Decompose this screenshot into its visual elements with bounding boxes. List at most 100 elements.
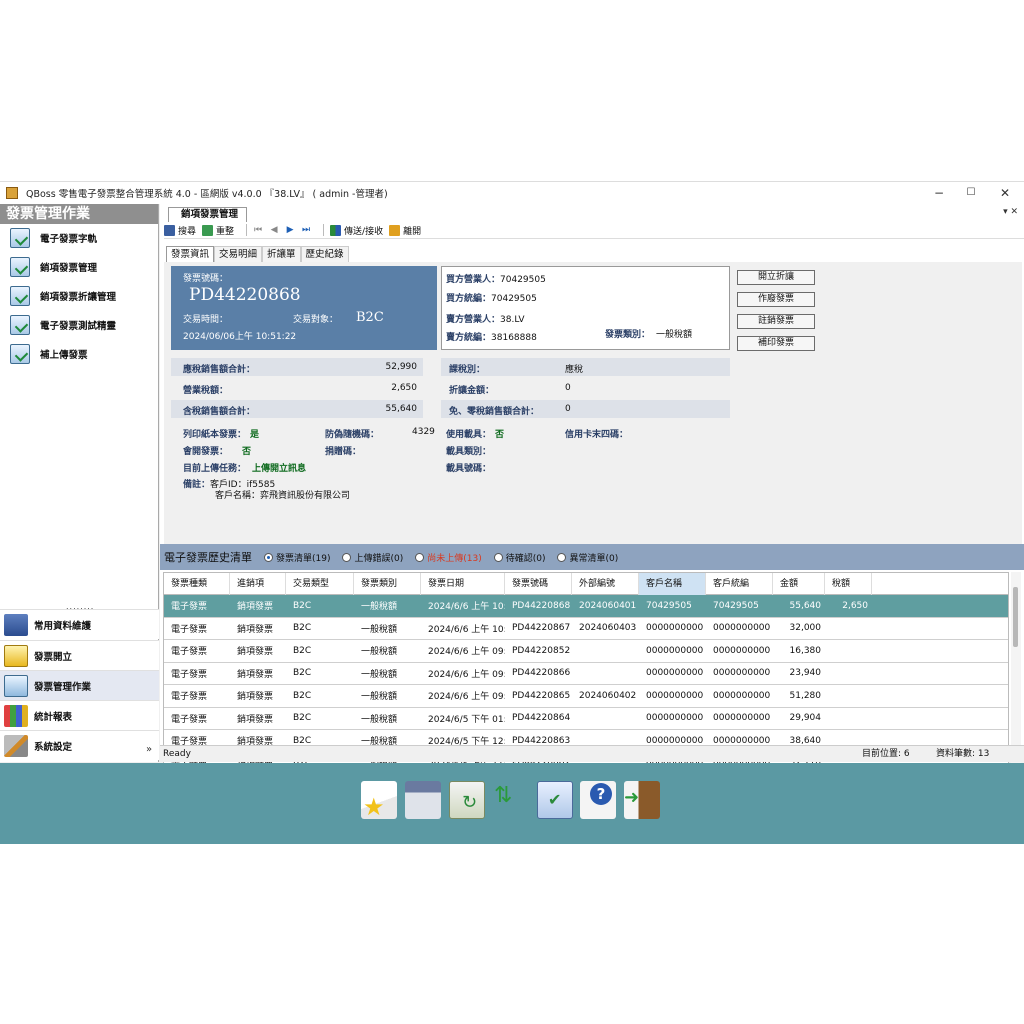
column-header[interactable]: 發票日期 xyxy=(421,573,505,595)
maximize-button[interactable]: ☐ xyxy=(956,185,986,201)
table-cell: 電子發票 xyxy=(171,669,208,680)
table-cell: 銷項發票 xyxy=(237,692,274,703)
tab-allowance[interactable]: 折讓單 xyxy=(262,246,301,262)
sub-tabs: 發票資訊 交易明細 折讓單 歷史紀錄 xyxy=(166,246,349,262)
search-button[interactable]: 搜尋 xyxy=(164,224,196,237)
nav-item-reupload[interactable]: 補上傳發票 xyxy=(10,342,155,366)
last-record-icon[interactable]: ⏭ xyxy=(301,225,311,235)
filter-not-uploaded[interactable]: 尚未上傳(13) xyxy=(415,551,482,564)
binoculars-icon xyxy=(164,224,175,236)
tax-amount: 2,650 xyxy=(391,383,417,393)
table-cell: 電子發票 xyxy=(171,647,208,658)
filter-label: 待確認(0) xyxy=(505,553,546,564)
taxable-amount-row: 應稅銷售額合計： 52,990 xyxy=(171,358,423,376)
doc-tab-sales-invoice[interactable]: 銷項發票管理 xyxy=(168,207,248,222)
history-grid: 發票種類 進銷項 交易類型 發票類別 發票日期 發票號碼 外部編號 客戶名稱 客戶統編 金額 稅額電… xyxy=(163,572,1009,765)
transaction-time-label: 交易時間： xyxy=(183,315,229,325)
table-row[interactable]: 電子發票 銷項發票 B2C 一般稅額 2024/6/5 下午 01:52 PD442208… xyxy=(164,708,1008,730)
carrier-use-label: 使用載具： xyxy=(446,430,492,440)
nav-item-sales-allowance[interactable]: 銷項發票折讓管理 xyxy=(10,284,155,308)
table-cell: 2024060403 xyxy=(579,623,637,634)
search-button-label: 搜尋 xyxy=(178,226,197,237)
column-header[interactable]: 交易類型 xyxy=(286,573,354,595)
report-icon xyxy=(4,704,28,727)
database-icon xyxy=(4,613,28,636)
bottom-nav-label: 系統設定 xyxy=(34,741,73,753)
issue-allowance-button[interactable]: 開立折讓 xyxy=(737,270,815,285)
nav-item-sales-invoice[interactable]: 銷項發票管理 xyxy=(10,255,155,279)
exempt-label: 免、零稅銷售額合計： xyxy=(449,407,540,417)
bottom-nav-settings[interactable]: 系統設定 xyxy=(0,730,159,760)
tax-type-label: 課稅別： xyxy=(449,365,486,375)
transmit-button[interactable]: 傳送/接收 xyxy=(330,224,383,237)
bottom-nav-invoice-management[interactable]: 發票管理作業 xyxy=(0,670,159,700)
column-header[interactable]: 金額 xyxy=(773,573,825,595)
scrollbar-thumb[interactable] xyxy=(1013,587,1018,647)
nav-item-label: 電子發票字軌 xyxy=(40,234,98,245)
column-header[interactable]: 稅額 xyxy=(825,573,872,595)
close-button[interactable]: ✕ xyxy=(990,185,1020,201)
minimize-button[interactable]: − xyxy=(924,185,954,201)
exit-button[interactable]: 離開 xyxy=(389,224,421,237)
star-document-icon[interactable]: ★ xyxy=(361,781,397,819)
refresh-icon xyxy=(202,224,214,236)
nav-item-label: 銷項發票管理 xyxy=(40,263,98,274)
nav-item-invoice-track[interactable]: 電子發票字軌 xyxy=(10,226,155,250)
filter-exception[interactable]: 異常清單(0) xyxy=(557,551,618,564)
column-header[interactable]: 發票類別 xyxy=(354,573,421,595)
invoice-check-icon xyxy=(4,674,28,697)
discount-label: 折讓金額： xyxy=(449,386,495,396)
carrier-number-label: 載具號碼： xyxy=(446,464,492,474)
radio-icon xyxy=(493,552,503,562)
tab-invoice-info[interactable]: 發票資訊 xyxy=(166,246,215,262)
refresh-document-icon[interactable]: ↻ xyxy=(449,781,485,819)
grid-scrollbar[interactable] xyxy=(1011,572,1021,765)
bottom-nav-issue-invoice[interactable]: 發票開立 xyxy=(0,640,159,670)
table-row[interactable]: 電子發票 銷項發票 B2C 一般稅額 2024/6/6 上午 10:50 PD442208… xyxy=(164,618,1008,640)
column-header[interactable]: 進銷項 xyxy=(230,573,286,595)
tools-icon xyxy=(4,734,28,757)
tab-transaction-detail[interactable]: 交易明細 xyxy=(214,246,263,262)
column-header[interactable]: 發票號碼 xyxy=(505,573,572,595)
table-cell: 2024/6/5 下午 01:52 xyxy=(428,714,505,725)
filter-pending[interactable]: 待確認(0) xyxy=(493,551,546,564)
filter-upload-error[interactable]: 上傳錯誤(0) xyxy=(342,551,403,564)
remark-label: 備註： xyxy=(183,480,211,490)
next-record-icon[interactable]: ▶ xyxy=(285,225,295,235)
column-header[interactable]: 客戶統編 xyxy=(706,573,773,595)
bottom-nav-master-data[interactable]: 常用資料維護 xyxy=(0,609,159,639)
table-row[interactable]: 電子發票 銷項發票 B2C 一般稅額 2024/6/6 上午 09:51 PD442208… xyxy=(164,663,1008,685)
prev-record-icon[interactable]: ◀ xyxy=(269,225,279,235)
void-invoice-button[interactable]: 作廢發票 xyxy=(737,292,815,307)
table-cell: 銷項發票 xyxy=(237,714,274,725)
table-cell: PD44220868 xyxy=(512,600,571,611)
reset-button[interactable]: 重整 xyxy=(202,224,234,237)
doc-tab-controls[interactable]: ▾ ✕ xyxy=(1003,207,1018,217)
reprint-invoice-button[interactable]: 補印發票 xyxy=(737,336,815,351)
invoice-card: 發票號碼： PD44220868 交易時間： 交易對象： B2C 2024/06… xyxy=(171,266,437,350)
nav-item-test-wizard[interactable]: 電子發票測試精靈 xyxy=(10,313,155,337)
cancel-invoice-button[interactable]: 註銷發票 xyxy=(737,314,815,329)
calculator-icon[interactable] xyxy=(405,781,441,819)
exit-door-icon[interactable]: ➜ xyxy=(624,781,660,819)
transaction-target: B2C xyxy=(356,310,384,325)
transfer-icon[interactable]: ⇅ xyxy=(492,781,522,819)
filter-invoice-list[interactable]: 發票清單(19) xyxy=(264,551,330,564)
clipboard-check-icon[interactable]: ✔ xyxy=(537,781,573,819)
toolbar-separator xyxy=(323,224,325,236)
column-header[interactable]: 發票種類 xyxy=(164,573,230,595)
column-header[interactable]: 外部編號 xyxy=(572,573,639,595)
tab-history[interactable]: 歷史紀錄 xyxy=(300,246,349,262)
table-row[interactable]: 電子發票 銷項發票 B2C 一般稅額 2024/6/6 上午 10:51 PD442208… xyxy=(164,595,1008,618)
more-chevron-icon[interactable]: » xyxy=(146,744,152,755)
table-cell: 70429505 xyxy=(713,600,759,611)
nav-item-label: 電子發票測試精靈 xyxy=(40,321,117,332)
bottom-nav-reports[interactable]: 統計報表 xyxy=(0,700,159,730)
table-cell: PD44220867 xyxy=(512,623,571,634)
table-row[interactable]: 電子發票 銷項發票 B2C 一般稅額 2024/6/6 上午 09:43 PD442208… xyxy=(164,685,1008,708)
help-icon[interactable]: ? xyxy=(580,781,616,819)
column-header[interactable]: 客戶名稱 xyxy=(639,573,706,595)
first-record-icon[interactable]: ⏮ xyxy=(253,225,263,235)
table-cell: 70429505 xyxy=(646,600,692,611)
table-row[interactable]: 電子發票 銷項發票 B2C 一般稅額 2024/6/6 上午 09:51 PD442208… xyxy=(164,640,1008,663)
